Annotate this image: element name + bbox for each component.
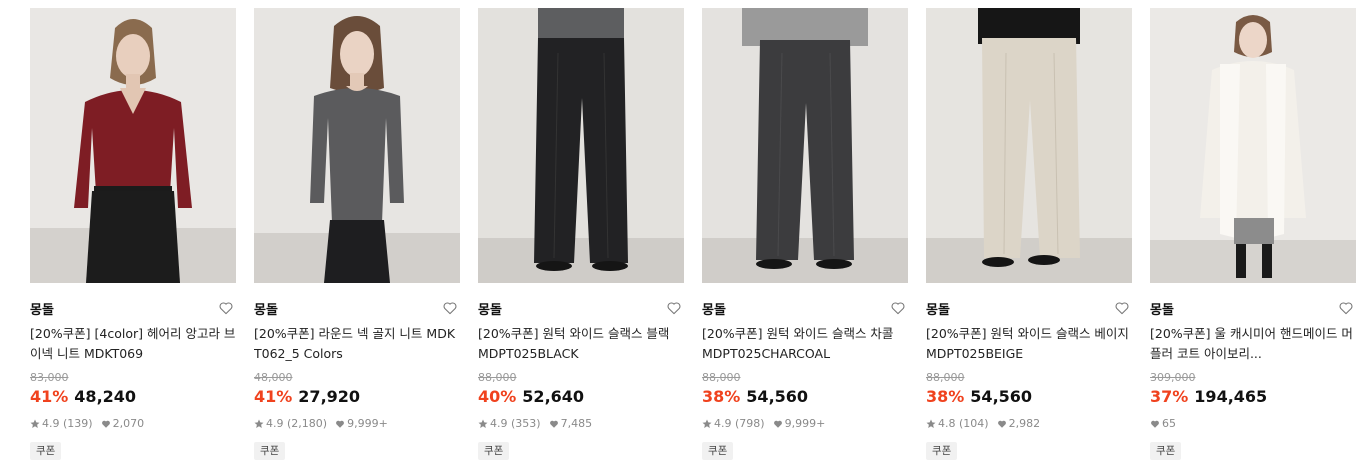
review-count: (139) xyxy=(63,417,93,430)
heart-outline-icon[interactable] xyxy=(1114,300,1130,316)
sale-price: 54,560 xyxy=(746,387,809,406)
review-count: (2,180) xyxy=(287,417,328,430)
discount-rate: 37% xyxy=(1150,387,1189,406)
product-stats: 4.8 (104) 2,982 xyxy=(926,417,1132,431)
product-stats: 4.9 (2,180) 9,999+ xyxy=(254,417,460,431)
star-icon xyxy=(30,419,40,428)
star-icon xyxy=(478,419,488,428)
product-image[interactable] xyxy=(926,8,1132,283)
heart-filled-icon xyxy=(997,420,1006,428)
product-card[interactable]: 몽돌 [20%쿠폰] 울 캐시미어 핸드메이드 머플러 코트 아이보리... 3… xyxy=(1150,8,1356,460)
original-price: 88,000 xyxy=(478,371,517,384)
discount-rate: 38% xyxy=(702,387,741,406)
product-name[interactable]: [20%쿠폰] [4color] 헤어리 앙고라 브이넥 니트 MDKT069 xyxy=(30,324,236,364)
coupon-badge: 쿠폰 xyxy=(702,442,734,460)
rating-value: 4.9 xyxy=(714,417,732,430)
review-count: (798) xyxy=(735,417,765,430)
coupon-badge: 쿠폰 xyxy=(1150,442,1182,460)
product-card[interactable]: 몽돌 [20%쿠폰] 라운드 넥 골지 니트 MDKT062_5 Colors … xyxy=(254,8,460,460)
heart-outline-icon[interactable] xyxy=(890,300,906,316)
product-name[interactable]: [20%쿠폰] 원턱 와이드 슬랙스 블랙 MDPT025BLACK xyxy=(478,324,684,364)
product-name[interactable]: [20%쿠폰] 라운드 넥 골지 니트 MDKT062_5 Colors xyxy=(254,324,460,364)
product-card[interactable]: 몽돌 [20%쿠폰] 원턱 와이드 슬랙스 베이지 MDPT025BEIGE 8… xyxy=(926,8,1132,460)
review-count: (353) xyxy=(511,417,541,430)
heart-filled-icon xyxy=(773,420,782,428)
like-count: 9,999+ xyxy=(784,417,826,430)
sale-price: 52,640 xyxy=(522,387,585,406)
original-price: 48,000 xyxy=(254,371,293,384)
product-name[interactable]: [20%쿠폰] 원턱 와이드 슬랙스 베이지 MDPT025BEIGE xyxy=(926,324,1132,364)
product-stats: 65 xyxy=(1150,417,1356,431)
product-card[interactable]: 몽돌 [20%쿠폰] 원턱 와이드 슬랙스 차콜 MDPT025CHARCOAL… xyxy=(702,8,908,460)
star-icon xyxy=(254,419,264,428)
sale-price: 48,240 xyxy=(74,387,137,406)
product-grid: 몽돌 [20%쿠폰] [4color] 헤어리 앙고라 브이넥 니트 MDKT0… xyxy=(0,0,1371,472)
original-price: 83,000 xyxy=(30,371,69,384)
brand-name[interactable]: 몽돌 xyxy=(30,303,54,318)
product-stats: 4.9 (139) 2,070 xyxy=(30,417,236,431)
like-count: 9,999+ xyxy=(347,417,388,430)
heart-outline-icon[interactable] xyxy=(218,300,234,316)
star-icon xyxy=(926,419,936,428)
product-card[interactable]: 몽돌 [20%쿠폰] [4color] 헤어리 앙고라 브이넥 니트 MDKT0… xyxy=(30,8,236,460)
original-price: 309,000 xyxy=(1150,371,1196,384)
original-price: 88,000 xyxy=(926,371,965,384)
discount-rate: 41% xyxy=(254,387,293,406)
star-icon xyxy=(702,419,712,428)
rating-value: 4.8 xyxy=(938,417,956,430)
brand-name[interactable]: 몽돌 xyxy=(1150,303,1174,318)
brand-name[interactable]: 몽돌 xyxy=(702,303,726,318)
heart-outline-icon[interactable] xyxy=(666,300,682,316)
brand-name[interactable]: 몽돌 xyxy=(926,303,950,318)
product-image[interactable] xyxy=(1150,8,1356,283)
review-count: (104) xyxy=(959,417,989,430)
like-count: 65 xyxy=(1162,417,1176,430)
like-count: 2,982 xyxy=(1008,417,1041,430)
discount-rate: 40% xyxy=(478,387,517,406)
coupon-badge: 쿠폰 xyxy=(30,442,62,460)
coupon-badge: 쿠폰 xyxy=(478,442,510,460)
sale-price: 194,465 xyxy=(1194,387,1268,406)
heart-filled-icon xyxy=(549,420,558,428)
product-name[interactable]: [20%쿠폰] 원턱 와이드 슬랙스 차콜 MDPT025CHARCOAL xyxy=(702,324,908,364)
heart-filled-icon xyxy=(101,420,110,428)
original-price: 88,000 xyxy=(702,371,741,384)
brand-name[interactable]: 몽돌 xyxy=(254,303,278,318)
heart-outline-icon[interactable] xyxy=(1338,300,1354,316)
brand-name[interactable]: 몽돌 xyxy=(478,303,502,318)
sale-price: 54,560 xyxy=(970,387,1033,406)
heart-filled-icon xyxy=(336,420,345,428)
coupon-badge: 쿠폰 xyxy=(926,442,958,460)
product-name[interactable]: [20%쿠폰] 울 캐시미어 핸드메이드 머플러 코트 아이보리... xyxy=(1150,324,1356,364)
rating-value: 4.9 xyxy=(490,417,508,430)
like-count: 7,485 xyxy=(560,417,593,430)
sale-price: 27,920 xyxy=(298,387,361,406)
product-image[interactable] xyxy=(478,8,684,283)
product-image[interactable] xyxy=(30,8,236,283)
product-card[interactable]: 몽돌 [20%쿠폰] 원턱 와이드 슬랙스 블랙 MDPT025BLACK 88… xyxy=(478,8,684,460)
coupon-badge: 쿠폰 xyxy=(254,442,286,460)
product-image[interactable] xyxy=(254,8,460,283)
discount-rate: 41% xyxy=(30,387,69,406)
rating-value: 4.9 xyxy=(266,417,284,430)
product-image[interactable] xyxy=(702,8,908,283)
rating-value: 4.9 xyxy=(42,417,60,430)
product-stats: 4.9 (798) 9,999+ xyxy=(702,417,908,431)
heart-filled-icon xyxy=(1151,420,1159,428)
like-count: 2,070 xyxy=(112,417,145,430)
product-stats: 4.9 (353) 7,485 xyxy=(478,417,684,431)
discount-rate: 38% xyxy=(926,387,965,406)
heart-outline-icon[interactable] xyxy=(442,300,458,316)
